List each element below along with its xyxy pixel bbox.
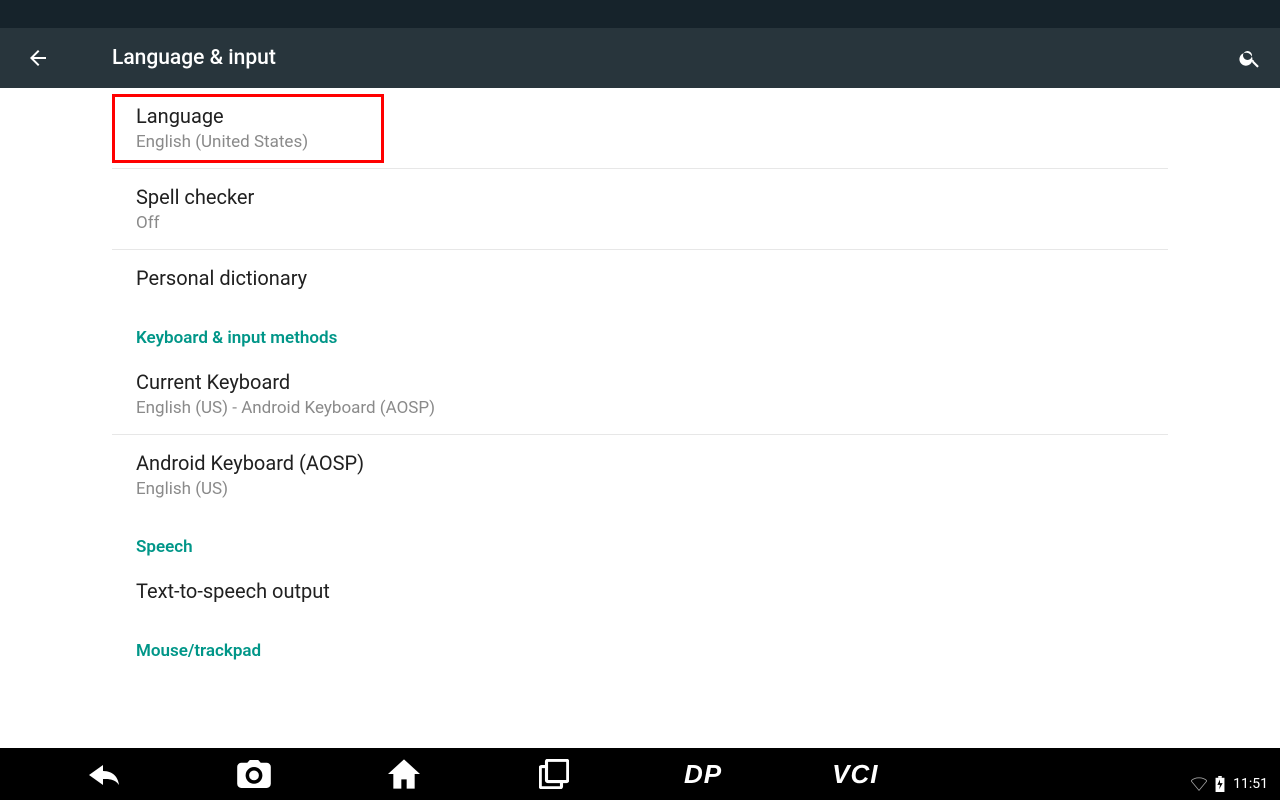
setting-title: Current Keyboard: [136, 370, 1144, 394]
setting-android-keyboard[interactable]: Android Keyboard (AOSP) English (US): [112, 435, 1168, 515]
reply-arrow-icon: [87, 761, 121, 787]
section-header-speech: Speech: [112, 515, 1168, 563]
navbar-buttons: DP VCI: [84, 754, 878, 794]
nav-back-button[interactable]: [84, 754, 124, 794]
system-status-bar: [0, 0, 1280, 28]
setting-title: Text-to-speech output: [136, 579, 1144, 603]
battery-charging-icon: [1215, 776, 1225, 792]
wifi-icon: [1191, 777, 1207, 791]
section-header-keyboard: Keyboard & input methods: [112, 306, 1168, 354]
arrow-left-icon: [26, 46, 50, 70]
setting-title: Language: [136, 104, 1144, 128]
setting-current-keyboard[interactable]: Current Keyboard English (US) - Android …: [112, 354, 1168, 435]
setting-subtitle: English (US) - Android Keyboard (AOSP): [136, 398, 1144, 418]
navbar-status: 11:51: [1191, 776, 1268, 792]
vci-label: VCI: [832, 759, 878, 790]
setting-subtitle: Off: [136, 213, 1144, 233]
setting-title: Android Keyboard (AOSP): [136, 451, 1144, 475]
setting-spell-checker[interactable]: Spell checker Off: [112, 169, 1168, 250]
system-navbar: DP VCI 11:51: [0, 748, 1280, 800]
recents-icon: [539, 759, 569, 789]
setting-personal-dictionary[interactable]: Personal dictionary: [112, 250, 1168, 306]
camera-icon: [237, 760, 271, 788]
setting-subtitle: English (US): [136, 479, 1144, 499]
setting-tts-output[interactable]: Text-to-speech output: [112, 563, 1168, 619]
nav-vci-button[interactable]: VCI: [832, 754, 878, 794]
dp-label: DP: [684, 759, 722, 790]
home-icon: [388, 759, 420, 789]
nav-home-button[interactable]: [384, 754, 424, 794]
section-header-mouse: Mouse/trackpad: [112, 619, 1168, 661]
setting-title: Personal dictionary: [136, 266, 1144, 290]
back-button[interactable]: [24, 44, 52, 72]
setting-language[interactable]: Language English (United States): [112, 88, 1168, 169]
nav-camera-button[interactable]: [234, 754, 274, 794]
settings-list: Language English (United States) Spell c…: [0, 88, 1280, 748]
appbar-title: Language & input: [112, 46, 1236, 70]
search-icon: [1238, 46, 1262, 70]
search-button[interactable]: [1236, 44, 1264, 72]
setting-subtitle: English (United States): [136, 132, 1144, 152]
nav-recents-button[interactable]: [534, 754, 574, 794]
appbar: Language & input: [0, 28, 1280, 88]
setting-title: Spell checker: [136, 185, 1144, 209]
nav-dp-button[interactable]: DP: [684, 754, 722, 794]
clock: 11:51: [1233, 776, 1268, 792]
